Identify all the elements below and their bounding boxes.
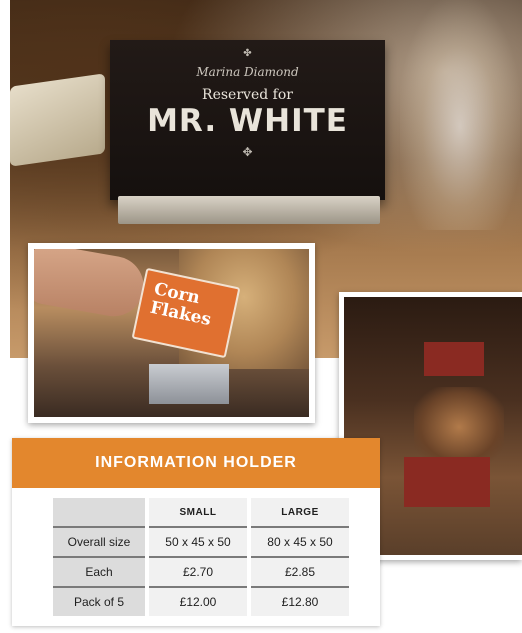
corn-flakes-photo: Corn Flakes [28, 243, 315, 423]
row-label: Overall size [53, 526, 149, 557]
table-corner [53, 498, 149, 527]
row-label: Pack of 5 [53, 586, 149, 616]
column-header-small: SMALL [147, 498, 251, 527]
corn-flakes-photo-image: Corn Flakes [34, 249, 309, 417]
info-panel-title: INFORMATION HOLDER [12, 438, 380, 488]
dessert [414, 387, 504, 467]
reserved-sign: ✤ Marina Diamond Reserved for MR. WHITE … [110, 40, 385, 200]
sign-guest-name: MR. WHITE [147, 103, 348, 139]
row-label: Each [53, 556, 149, 587]
wine-glass [400, 0, 520, 230]
cell-small: 50 x 45 x 50 [147, 526, 251, 557]
dessert-card-top [424, 342, 484, 376]
cell-small: £2.70 [147, 556, 251, 587]
sign-restaurant-name: Marina Diamond [196, 65, 299, 79]
cell-large: £12.80 [249, 586, 349, 616]
napkin [10, 73, 105, 167]
sign-reserved-text: Reserved for [202, 87, 293, 103]
column-header-large: LARGE [249, 498, 349, 527]
price-table: SMALL LARGE Overall size 50 x 45 x 50 80… [53, 498, 349, 616]
cell-large: 80 x 45 x 50 [249, 526, 349, 557]
table-row: Each £2.70 £2.85 [53, 556, 349, 587]
dessert-card-bottom [404, 457, 490, 507]
sign-base [118, 196, 380, 224]
info-panel: INFORMATION HOLDER SMALL LARGE Overall s… [12, 438, 380, 626]
table-row: Pack of 5 £12.00 £12.80 [53, 586, 349, 616]
holder-stand [149, 364, 229, 404]
crest-icon: ✤ [243, 48, 252, 59]
cell-large: £2.85 [249, 556, 349, 587]
table-row: Overall size 50 x 45 x 50 80 x 45 x 50 [53, 526, 349, 557]
cell-small: £12.00 [147, 586, 251, 616]
table-header-row: SMALL LARGE [53, 498, 349, 527]
flourish-icon: ✥ [242, 145, 253, 159]
hand [34, 249, 149, 321]
